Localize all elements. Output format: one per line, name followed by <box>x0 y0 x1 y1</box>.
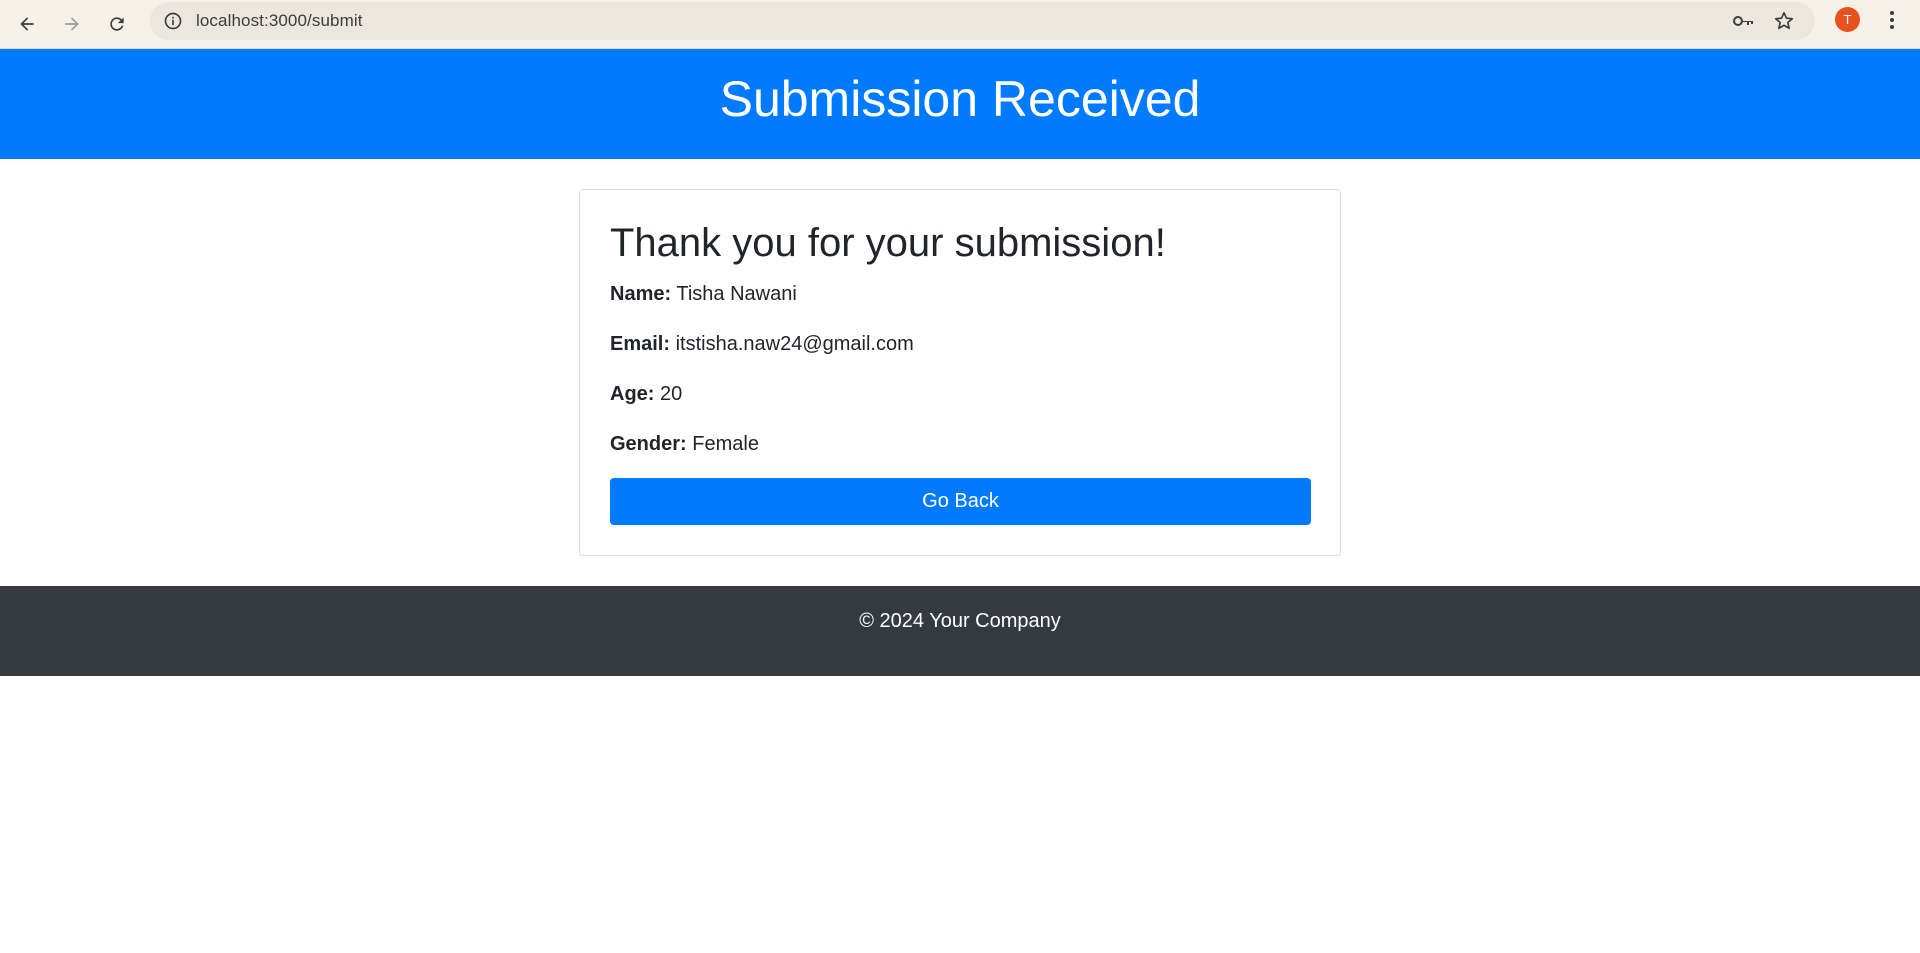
forward-button[interactable] <box>54 6 90 42</box>
profile-avatar[interactable]: T <box>1835 7 1860 32</box>
page-footer: © 2024 Your Company <box>0 586 1920 676</box>
page-title: Submission Received <box>719 71 1201 127</box>
submission-card: Thank you for your submission! Name: Tis… <box>579 189 1341 556</box>
gender-label: Gender: <box>610 433 687 455</box>
go-back-button[interactable]: Go Back <box>610 478 1311 525</box>
gender-value: Female <box>692 433 759 455</box>
password-key-button[interactable] <box>1731 9 1755 33</box>
age-label: Age: <box>610 383 655 405</box>
browser-toolbar: localhost:3000/submit T <box>0 0 1920 49</box>
reload-button[interactable] <box>99 6 135 42</box>
page-header: Submission Received <box>0 49 1920 159</box>
back-button[interactable] <box>9 6 45 42</box>
email-label: Email: <box>610 333 671 355</box>
card-heading: Thank you for your submission! <box>610 221 1166 265</box>
gender-field: Gender: Female <box>610 434 759 454</box>
email-field: Email: itstisha.naw24@gmail.com <box>610 334 914 354</box>
forward-arrow-icon <box>65 17 79 31</box>
bookmark-button[interactable] <box>1772 9 1796 33</box>
reload-icon <box>110 17 124 31</box>
name-field: Name: Tisha Nawani <box>610 284 797 304</box>
name-value: Tisha Nawani <box>676 283 797 305</box>
back-arrow-icon <box>20 17 34 31</box>
address-bar[interactable]: localhost:3000/submit <box>150 2 1815 40</box>
bookmark-star-icon <box>1774 11 1794 30</box>
footer-copyright: © 2024 Your Company <box>859 609 1061 632</box>
email-value: itstisha.naw24@gmail.com <box>675 333 914 355</box>
name-label: Name: <box>610 283 672 305</box>
more-menu-icon <box>1890 11 1894 29</box>
browser-menu-button[interactable] <box>1880 7 1904 33</box>
site-info-icon <box>164 12 182 30</box>
password-key-icon <box>1733 16 1753 26</box>
age-field: Age: 20 <box>610 384 682 404</box>
site-info-button[interactable] <box>162 10 184 32</box>
url-text[interactable]: localhost:3000/submit <box>196 11 363 31</box>
age-value: 20 <box>660 383 683 405</box>
